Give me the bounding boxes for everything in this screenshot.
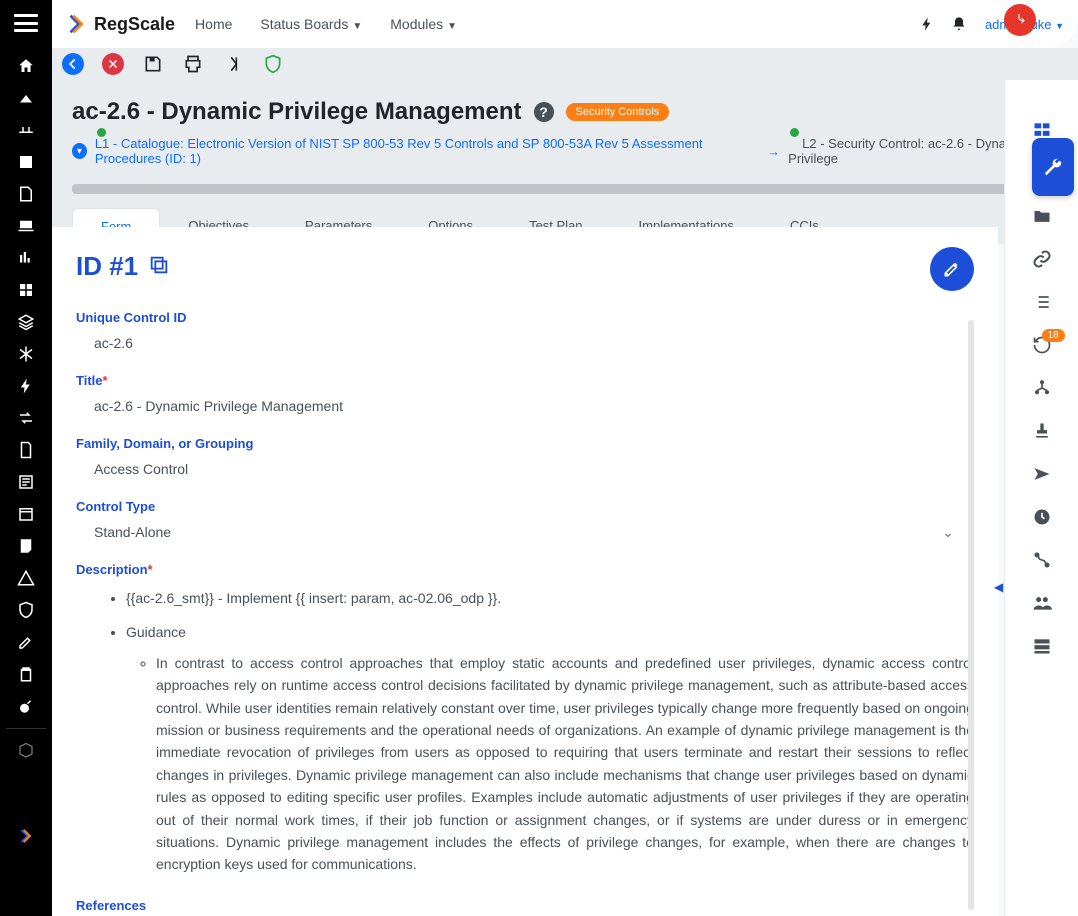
nav-layers-icon[interactable] [0, 306, 52, 338]
label-family: Family, Domain, or Grouping [76, 436, 974, 451]
nav-doc-icon[interactable] [0, 178, 52, 210]
rail-plane-icon[interactable] [1032, 464, 1052, 487]
cursor-indicator [1004, 4, 1036, 36]
cancel-button[interactable] [102, 53, 124, 75]
rail-history-icon[interactable]: 18 [1032, 335, 1052, 358]
nav-dashboard-icon[interactable] [0, 82, 52, 114]
nav-bars-icon[interactable] [0, 242, 52, 274]
label-uid: Unique Control ID [76, 310, 974, 325]
breadcrumb: ▾ L1 - Catalogue: Electronic Version of … [72, 136, 1058, 178]
desc-subitem: In contrast to access control approaches… [156, 652, 974, 876]
breadcrumb-l1[interactable]: L1 - Catalogue: Electronic Version of NI… [95, 136, 759, 166]
status-dot-icon [97, 128, 106, 137]
value-title: ac-2.6 - Dynamic Privilege Management [76, 398, 974, 414]
back-button[interactable] [62, 53, 84, 75]
bolt-icon[interactable] [911, 16, 943, 32]
tools-button[interactable] [1032, 138, 1074, 196]
status-dot-icon [790, 128, 799, 137]
chevron-down-icon: ⌄ [942, 524, 954, 541]
right-sidebar: 18 [1004, 80, 1078, 916]
rail-users-icon[interactable] [1032, 593, 1052, 616]
menu-toggle[interactable] [14, 14, 38, 32]
shield-button[interactable] [262, 53, 284, 75]
nav-warning-icon[interactable] [0, 562, 52, 594]
nav-bolt-icon[interactable] [0, 370, 52, 402]
page-header: ac-2.6 - Dynamic Privilege Management ? … [52, 80, 1078, 244]
nav-book-icon[interactable] [0, 146, 52, 178]
rail-clock-icon[interactable] [1032, 507, 1052, 530]
nav-home-icon[interactable] [0, 50, 52, 82]
sidebar-divider [6, 728, 46, 729]
nav-transfer-icon[interactable] [0, 402, 52, 434]
nav-laptop-icon[interactable] [0, 210, 52, 242]
collapse-handle[interactable]: ◀ [994, 580, 1004, 598]
rail-server-icon[interactable] [1032, 636, 1052, 659]
nav-asterisk-icon[interactable] [0, 338, 52, 370]
nav-logo-icon[interactable] [0, 836, 52, 916]
nav-grid-icon[interactable] [0, 274, 52, 306]
form-panel: ID #1 Unique Control ID ac-2.6 Title* ac… [52, 227, 998, 916]
nav-status-boards[interactable]: Status Boards▼ [260, 16, 362, 32]
action-toolbar [52, 48, 1078, 80]
edit-button[interactable] [930, 247, 974, 291]
value-uid: ac-2.6 [76, 335, 974, 351]
nav-edit-icon[interactable] [0, 626, 52, 658]
nav-bomb-icon[interactable] [0, 690, 52, 722]
left-sidebar [0, 0, 52, 916]
label-desc: Description* [76, 562, 974, 577]
value-family: Access Control [76, 461, 974, 477]
desc-item: Guidance In contrast to access control a… [126, 621, 974, 875]
description-content: {{ac-2.6_smt}} - Implement {{ insert: pa… [76, 587, 974, 876]
top-bar: RegScale Home Status Boards▼ Modules▼ ad… [52, 0, 1078, 48]
label-title: Title* [76, 373, 974, 388]
nav-bridge-icon[interactable] [0, 114, 52, 146]
chevron-down-icon: ▼ [1055, 21, 1064, 31]
bell-icon[interactable] [943, 16, 975, 32]
rail-flow-icon[interactable] [1032, 550, 1052, 573]
rail-tree-icon[interactable] [1032, 378, 1052, 401]
print-button[interactable] [182, 53, 204, 75]
rail-folder-icon[interactable] [1032, 206, 1052, 229]
arrow-right-icon: → [767, 144, 780, 159]
rail-link-icon[interactable] [1032, 249, 1052, 272]
scrollbar[interactable] [968, 320, 974, 910]
nav-modules[interactable]: Modules▼ [390, 16, 457, 32]
nav-note-icon[interactable] [0, 530, 52, 562]
progress-bar [72, 184, 1058, 194]
breadcrumb-toggle[interactable]: ▾ [72, 143, 87, 159]
nav-cube-icon[interactable] [0, 735, 52, 767]
page-title: ac-2.6 - Dynamic Privilege Management [72, 98, 522, 126]
export-button[interactable] [222, 53, 244, 75]
history-badge: 18 [1042, 329, 1065, 342]
category-badge: Security Controls [566, 103, 670, 121]
control-type-select[interactable]: Stand-Alone ⌄ [76, 524, 974, 540]
brand-logo[interactable]: RegScale [66, 13, 175, 35]
nav-home[interactable]: Home [195, 16, 232, 32]
nav-news-icon[interactable] [0, 466, 52, 498]
label-refs: References [76, 898, 974, 913]
nav-file-icon[interactable] [0, 434, 52, 466]
chevron-down-icon: ▼ [352, 21, 362, 32]
record-id: ID #1 [76, 251, 138, 282]
nav-shield-icon[interactable] [0, 594, 52, 626]
brand-text: RegScale [94, 14, 175, 35]
copy-icon[interactable] [148, 254, 170, 279]
rail-list-icon[interactable] [1032, 292, 1052, 315]
label-ctype: Control Type [76, 499, 974, 514]
help-icon[interactable]: ? [534, 102, 554, 122]
nav-clipboard-icon[interactable] [0, 658, 52, 690]
desc-item: {{ac-2.6_smt}} - Implement {{ insert: pa… [126, 587, 974, 609]
nav-calendar-icon[interactable] [0, 498, 52, 530]
rail-stamp-icon[interactable] [1032, 421, 1052, 444]
chevron-down-icon: ▼ [447, 21, 457, 32]
save-button[interactable] [142, 53, 164, 75]
